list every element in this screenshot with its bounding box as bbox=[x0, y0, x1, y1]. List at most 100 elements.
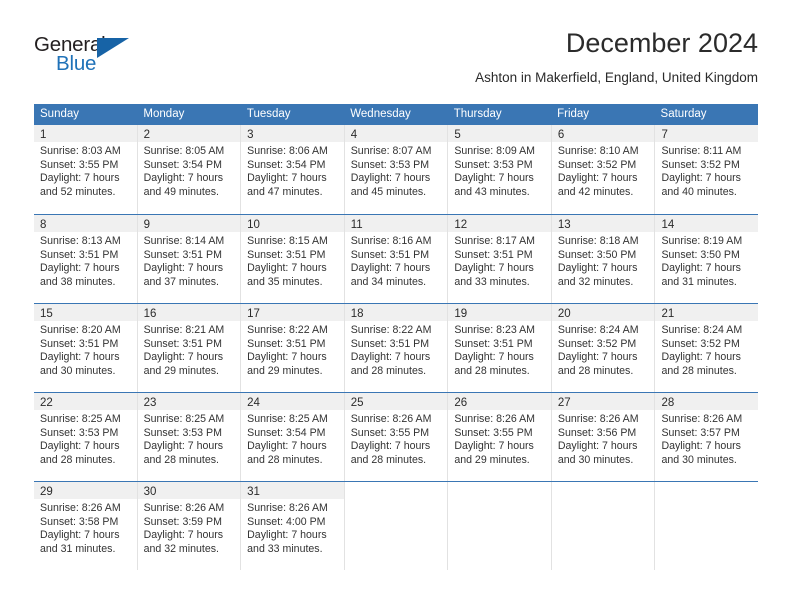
day-sun-info: Sunrise: 8:18 AM Sunset: 3:50 PM Daylight:… bbox=[552, 232, 655, 289]
sunrise-text: Sunrise: 8:11 AM bbox=[661, 145, 742, 157]
calendar-day-cell[interactable]: 25 Sunrise: 8:26 AM Sunset: 3:55 PM Dayligh… bbox=[343, 393, 448, 481]
day-number: 19 bbox=[454, 308, 468, 320]
day-number: 30 bbox=[143, 486, 157, 498]
sunrise-text: Sunrise: 8:10 AM bbox=[557, 145, 639, 157]
calendar-day-cell[interactable]: 9 Sunrise: 8:14 AM Sunset: 3:51 PM Daylight… bbox=[136, 215, 241, 303]
daylight-text-line2: and 42 minutes. bbox=[557, 185, 634, 198]
calendar-day-cell[interactable]: 19 Sunrise: 8:23 AM Sunset: 3:51 PM Dayligh… bbox=[447, 304, 551, 392]
calendar-day-cell[interactable]: 21 Sunrise: 8:24 AM Sunset: 3:52 PM Dayligh… bbox=[654, 304, 759, 392]
day-number: 26 bbox=[454, 397, 468, 409]
general-blue-logo[interactable]: General Blue bbox=[34, 34, 144, 82]
day-number: 21 bbox=[661, 308, 675, 320]
calendar-table: Sunday Monday Tuesday Wednesday Thursday… bbox=[34, 104, 759, 570]
daylight-text-line1: Daylight: 7 hours bbox=[454, 172, 534, 185]
sunset-text: Sunset: 3:59 PM bbox=[143, 515, 222, 528]
daylight-text-line2: and 28 minutes. bbox=[454, 364, 530, 377]
calendar-day-cell[interactable]: 16 Sunrise: 8:21 AM Sunset: 3:51 PM Dayligh… bbox=[136, 304, 241, 392]
day-number: 25 bbox=[350, 397, 364, 409]
day-number: 10 bbox=[247, 219, 260, 231]
calendar-day-cell[interactable]: 20 Sunrise: 8:24 AM Sunset: 3:52 PM Dayligh… bbox=[550, 304, 655, 392]
daylight-text-line2: and 52 minutes. bbox=[40, 185, 116, 198]
sunset-text: Sunset: 3:53 PM bbox=[350, 158, 430, 171]
calendar-day-cell-empty bbox=[550, 482, 655, 570]
calendar-day-cell[interactable]: 3 Sunrise: 8:06 AM Sunset: 3:54 PM Daylight… bbox=[240, 125, 344, 214]
sunrise-text: Sunrise: 8:14 AM bbox=[143, 235, 225, 247]
calendar-day-cell[interactable]: 31 Sunrise: 8:26 AM Sunset: 4:00 PM Dayligh… bbox=[240, 482, 344, 570]
day-number: 24 bbox=[247, 397, 260, 409]
daylight-text-line2: and 30 minutes. bbox=[557, 453, 634, 466]
daylight-text-line1: Daylight: 7 hours bbox=[350, 440, 431, 453]
daylight-text-line2: and 28 minutes. bbox=[350, 453, 427, 466]
sunset-text: Sunset: 3:56 PM bbox=[557, 426, 637, 439]
calendar-day-cell[interactable]: 18 Sunrise: 8:22 AM Sunset: 3:51 PM Dayligh… bbox=[343, 304, 448, 392]
calendar-day-cell[interactable]: 17 Sunrise: 8:22 AM Sunset: 3:51 PM Dayligh… bbox=[240, 304, 344, 392]
calendar-day-cell[interactable]: 30 Sunrise: 8:26 AM Sunset: 3:59 PM Dayligh… bbox=[136, 482, 241, 570]
daylight-text-line1: Daylight: 7 hours bbox=[143, 529, 224, 542]
sunrise-text: Sunrise: 8:26 AM bbox=[557, 413, 639, 425]
day-number-band: 13 bbox=[551, 215, 655, 232]
daylight-text-line1: Daylight: 7 hours bbox=[557, 440, 638, 453]
daylight-text-line2: and 28 minutes. bbox=[143, 453, 219, 466]
day-sun-info: Sunrise: 8:23 AM Sunset: 3:51 PM Daylight:… bbox=[448, 321, 551, 378]
day-number-band: 7 bbox=[655, 125, 759, 142]
calendar-day-cell[interactable]: 7 Sunrise: 8:11 AM Sunset: 3:52 PM Daylight… bbox=[654, 125, 759, 214]
daylight-text-line1: Daylight: 7 hours bbox=[661, 351, 741, 364]
daylight-text-line2: and 31 minutes. bbox=[40, 542, 116, 555]
sunset-text: Sunset: 3:51 PM bbox=[350, 248, 430, 261]
day-number-band: 24 bbox=[241, 393, 344, 410]
calendar-day-cell[interactable]: 26 Sunrise: 8:26 AM Sunset: 3:55 PM Dayligh… bbox=[447, 393, 551, 481]
calendar-week-row: 1 Sunrise: 8:03 AM Sunset: 3:55 PM Daylight… bbox=[34, 125, 759, 214]
calendar-day-cell[interactable]: 24 Sunrise: 8:25 AM Sunset: 3:54 PM Dayligh… bbox=[240, 393, 344, 481]
daylight-text-line2: and 29 minutes. bbox=[143, 364, 219, 377]
calendar-day-cell[interactable]: 14 Sunrise: 8:19 AM Sunset: 3:50 PM Dayligh… bbox=[654, 215, 759, 303]
sunrise-text: Sunrise: 8:03 AM bbox=[40, 145, 121, 157]
daylight-text-line2: and 30 minutes. bbox=[40, 364, 116, 377]
day-number-band: 15 bbox=[34, 304, 137, 321]
day-number-band bbox=[551, 482, 655, 499]
calendar-day-cell[interactable]: 10 Sunrise: 8:15 AM Sunset: 3:51 PM Dayligh… bbox=[240, 215, 344, 303]
daylight-text-line2: and 28 minutes. bbox=[350, 364, 427, 377]
calendar-day-cell[interactable]: 13 Sunrise: 8:18 AM Sunset: 3:50 PM Dayligh… bbox=[550, 215, 655, 303]
day-number-band: 21 bbox=[655, 304, 759, 321]
day-number: 6 bbox=[557, 129, 565, 141]
day-number: 3 bbox=[247, 129, 254, 141]
sunrise-text: Sunrise: 8:24 AM bbox=[557, 324, 639, 336]
calendar-day-cell[interactable]: 2 Sunrise: 8:05 AM Sunset: 3:54 PM Daylight… bbox=[136, 125, 241, 214]
daylight-text-line1: Daylight: 7 hours bbox=[247, 440, 327, 453]
day-number-band: 28 bbox=[655, 393, 759, 410]
calendar-day-cell[interactable]: 8 Sunrise: 8:13 AM Sunset: 3:51 PM Daylight… bbox=[34, 215, 137, 303]
daylight-text-line2: and 28 minutes. bbox=[661, 364, 737, 377]
calendar-day-cell[interactable]: 4 Sunrise: 8:07 AM Sunset: 3:53 PM Daylight… bbox=[343, 125, 448, 214]
day-sun-info: Sunrise: 8:14 AM Sunset: 3:51 PM Daylight:… bbox=[138, 232, 241, 289]
sunset-text: Sunset: 3:52 PM bbox=[661, 158, 740, 171]
sunrise-text: Sunrise: 8:26 AM bbox=[247, 502, 328, 514]
day-number-band: 17 bbox=[241, 304, 344, 321]
calendar-day-cell[interactable]: 12 Sunrise: 8:17 AM Sunset: 3:51 PM Dayligh… bbox=[447, 215, 551, 303]
daylight-text-line1: Daylight: 7 hours bbox=[557, 351, 638, 364]
page-header: General Blue December 2024 Ashton in Mak… bbox=[34, 26, 758, 98]
sunrise-text: Sunrise: 8:16 AM bbox=[350, 235, 432, 247]
calendar-day-cell[interactable]: 15 Sunrise: 8:20 AM Sunset: 3:51 PM Dayligh… bbox=[34, 304, 137, 392]
calendar-day-cell[interactable]: 22 Sunrise: 8:25 AM Sunset: 3:53 PM Dayligh… bbox=[34, 393, 137, 481]
day-number-band bbox=[448, 482, 551, 499]
sunrise-text: Sunrise: 8:26 AM bbox=[454, 413, 535, 425]
calendar-day-cell[interactable]: 5 Sunrise: 8:09 AM Sunset: 3:53 PM Daylight… bbox=[447, 125, 551, 214]
day-number-band: 8 bbox=[34, 215, 137, 232]
day-number: 9 bbox=[143, 219, 150, 231]
calendar-day-cell-empty bbox=[343, 482, 448, 570]
sunset-text: Sunset: 3:51 PM bbox=[40, 248, 119, 261]
calendar-day-cell[interactable]: 27 Sunrise: 8:26 AM Sunset: 3:56 PM Dayligh… bbox=[550, 393, 655, 481]
calendar-week-row: 29 Sunrise: 8:26 AM Sunset: 3:58 PM Dayligh… bbox=[34, 481, 759, 570]
weekday-header-friday: Friday bbox=[557, 108, 590, 120]
sunset-text: Sunset: 3:55 PM bbox=[40, 158, 119, 171]
calendar-day-cell[interactable]: 29 Sunrise: 8:26 AM Sunset: 3:58 PM Dayligh… bbox=[34, 482, 137, 570]
daylight-text-line2: and 49 minutes. bbox=[143, 185, 219, 198]
calendar-day-cell[interactable]: 1 Sunrise: 8:03 AM Sunset: 3:55 PM Daylight… bbox=[34, 125, 137, 214]
calendar-day-cell[interactable]: 6 Sunrise: 8:10 AM Sunset: 3:52 PM Daylight… bbox=[550, 125, 655, 214]
calendar-day-cell[interactable]: 28 Sunrise: 8:26 AM Sunset: 3:57 PM Dayligh… bbox=[654, 393, 759, 481]
daylight-text-line1: Daylight: 7 hours bbox=[350, 262, 431, 275]
daylight-text-line2: and 33 minutes. bbox=[247, 542, 323, 555]
calendar-day-cell[interactable]: 11 Sunrise: 8:16 AM Sunset: 3:51 PM Dayligh… bbox=[343, 215, 448, 303]
calendar-day-cell[interactable]: 23 Sunrise: 8:25 AM Sunset: 3:53 PM Dayligh… bbox=[136, 393, 241, 481]
day-sun-info: Sunrise: 8:22 AM Sunset: 3:51 PM Daylight:… bbox=[241, 321, 344, 378]
